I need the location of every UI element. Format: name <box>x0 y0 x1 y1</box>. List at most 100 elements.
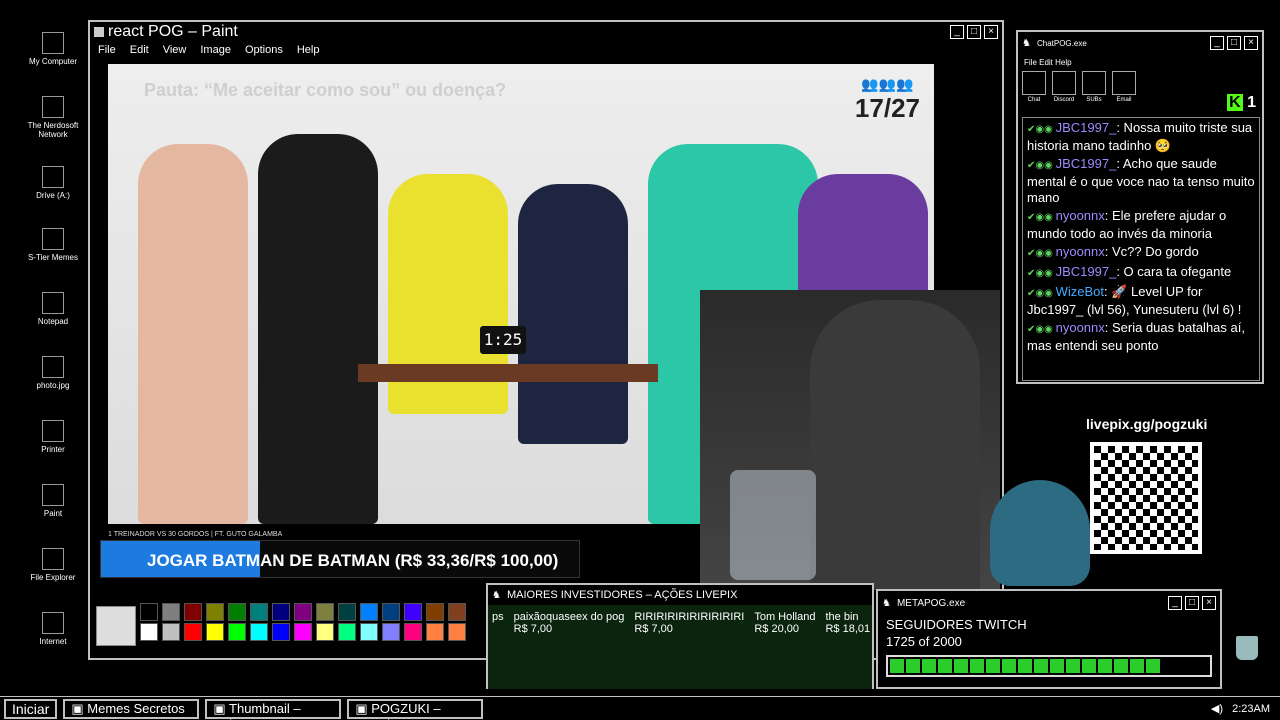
close-icon[interactable]: × <box>984 25 998 39</box>
maximize-icon[interactable]: □ <box>967 25 981 39</box>
investors-titlebar[interactable]: ♞ MAIORES INVESTIDORES – AÇÕES LIVEPIX <box>488 585 872 605</box>
close-icon[interactable]: × <box>1244 36 1258 50</box>
palette-swatch[interactable] <box>228 623 246 641</box>
menu-item-options[interactable]: Options <box>245 44 283 56</box>
maximize-icon[interactable]: □ <box>1227 36 1241 50</box>
chat-message: ✔◉◉ WizeBot: 🚀 Level UP for Jbc1997_ (lv… <box>1027 284 1255 318</box>
palette-swatch[interactable] <box>206 603 224 621</box>
desktop-icon[interactable]: File Explorer <box>22 548 84 582</box>
palette-swatch[interactable] <box>404 623 422 641</box>
desktop-icon[interactable]: S-Tier Memes <box>22 228 84 262</box>
palette-swatch[interactable] <box>360 603 378 621</box>
paint-titlebar[interactable]: react POG – Paint _ □ × <box>90 22 1002 42</box>
chat-message: ✔◉◉ JBC1997_: Nossa muito triste sua his… <box>1027 120 1255 154</box>
speaker-icon[interactable]: ◀) <box>1211 703 1223 715</box>
tool-label: Email <box>1116 97 1132 103</box>
palette-swatch[interactable] <box>426 623 444 641</box>
chat-text: : Vc?? Do gordo <box>1104 244 1199 259</box>
palette-swatch[interactable] <box>382 603 400 621</box>
taskbar: Iniciar ▣ Memes Secretos▣ Thumbnail – Pa… <box>0 696 1280 720</box>
palette-swatch[interactable] <box>382 623 400 641</box>
meta-titlebar[interactable]: ♞ METAPOG.exe _ □ × <box>878 591 1220 615</box>
palette-swatch[interactable] <box>140 603 158 621</box>
start-button[interactable]: Iniciar <box>4 698 58 719</box>
minimize-icon[interactable]: _ <box>950 25 964 39</box>
palette-swatch[interactable] <box>448 603 466 621</box>
progress-segment <box>1082 659 1096 673</box>
palette-swatch[interactable] <box>294 623 312 641</box>
palette-swatch[interactable] <box>294 603 312 621</box>
chat-username[interactable]: WizeBot <box>1056 284 1104 299</box>
chat-username[interactable]: JBC1997_ <box>1056 156 1117 171</box>
desktop-icon-label: Drive (A:) <box>36 191 70 200</box>
chat-message: ✔◉◉ JBC1997_: Acho que saude mental é o … <box>1027 156 1255 206</box>
palette-swatch[interactable] <box>250 623 268 641</box>
taskbar-task[interactable]: ▣ Memes Secretos <box>63 698 200 719</box>
palette-swatch[interactable] <box>228 603 246 621</box>
progress-segment <box>1098 659 1112 673</box>
badge-icons: ✔◉◉ <box>1027 268 1056 279</box>
chat-username[interactable]: nyoonnx <box>1056 244 1105 259</box>
chat-username[interactable]: JBC1997_ <box>1056 264 1117 279</box>
palette-swatch[interactable] <box>140 623 158 641</box>
desktop-icon[interactable]: Printer <box>22 420 84 454</box>
menu-item-edit[interactable]: Edit <box>130 44 149 56</box>
palette-swatch[interactable] <box>360 623 378 641</box>
desktop-icon[interactable]: The Nerdosoft Network <box>22 96 84 139</box>
tool-chat[interactable]: Chat <box>1022 71 1046 103</box>
palette-swatch[interactable] <box>448 623 466 641</box>
taskbar-task[interactable]: ▣ POGZUKI – Google <box>347 698 484 720</box>
chat-username[interactable]: JBC1997_ <box>1056 120 1117 135</box>
badge-icons: ✔◉◉ <box>1027 248 1056 259</box>
desktop-icon[interactable]: Internet <box>22 612 84 646</box>
menu-item-help[interactable]: Help <box>297 44 320 56</box>
palette-swatch[interactable] <box>404 603 422 621</box>
palette-swatch[interactable] <box>184 603 202 621</box>
desktop-icon[interactable]: photo.jpg <box>22 356 84 390</box>
palette-swatch[interactable] <box>162 603 180 621</box>
palette-swatch[interactable] <box>206 623 224 641</box>
progress-segment <box>986 659 1000 673</box>
chat-menubar[interactable]: File Edit Help <box>1018 54 1262 71</box>
desktop-icon[interactable]: Paint <box>22 484 84 518</box>
chat-titlebar[interactable]: ♞ ChatPOG.exe _ □ × <box>1018 32 1262 54</box>
pog-icon: ♞ <box>1022 37 1031 49</box>
palette-swatch[interactable] <box>316 623 334 641</box>
minimize-icon[interactable]: _ <box>1168 596 1182 610</box>
recycle-bin-icon[interactable] <box>1236 636 1258 660</box>
progress-segment <box>970 659 984 673</box>
palette-swatch[interactable] <box>272 603 290 621</box>
menu-item-file[interactable]: File <box>98 44 116 56</box>
person-shape <box>258 134 378 524</box>
palette-swatch[interactable] <box>426 603 444 621</box>
badge-icons: ✔◉◉ <box>1027 160 1056 171</box>
tool-email[interactable]: Email <box>1112 71 1136 103</box>
investor-name: the bin <box>825 611 859 623</box>
desktop-icon-label: Printer <box>41 445 65 454</box>
current-color-swatch[interactable] <box>96 606 136 646</box>
minimize-icon[interactable]: _ <box>1210 36 1224 50</box>
desktop-icon[interactable]: Drive (A:) <box>22 166 84 200</box>
close-icon[interactable]: × <box>1202 596 1216 610</box>
chat-username[interactable]: nyoonnx <box>1056 320 1105 335</box>
tool-subs[interactable]: SUBs <box>1082 71 1106 103</box>
palette-swatch[interactable] <box>316 603 334 621</box>
desktop-icon[interactable]: My Computer <box>22 32 84 66</box>
palette-swatch[interactable] <box>162 623 180 641</box>
folder-icon <box>42 228 64 250</box>
palette-swatch[interactable] <box>338 623 356 641</box>
maximize-icon[interactable]: □ <box>1185 596 1199 610</box>
menu-item-image[interactable]: Image <box>200 44 231 56</box>
progress-segment <box>906 659 920 673</box>
desktop-icon[interactable]: Notepad <box>22 292 84 326</box>
palette-swatch[interactable] <box>250 603 268 621</box>
window-icon: ▣ <box>71 700 88 716</box>
menu-item-view[interactable]: View <box>163 44 187 56</box>
palette-swatch[interactable] <box>184 623 202 641</box>
palette-swatch[interactable] <box>338 603 356 621</box>
badge-icons: ✔◉◉ <box>1027 324 1056 335</box>
taskbar-task[interactable]: ▣ Thumbnail – Paint <box>205 698 342 720</box>
tool-discord[interactable]: Discord <box>1052 71 1076 103</box>
palette-swatch[interactable] <box>272 623 290 641</box>
chat-username[interactable]: nyoonnx <box>1056 208 1105 223</box>
